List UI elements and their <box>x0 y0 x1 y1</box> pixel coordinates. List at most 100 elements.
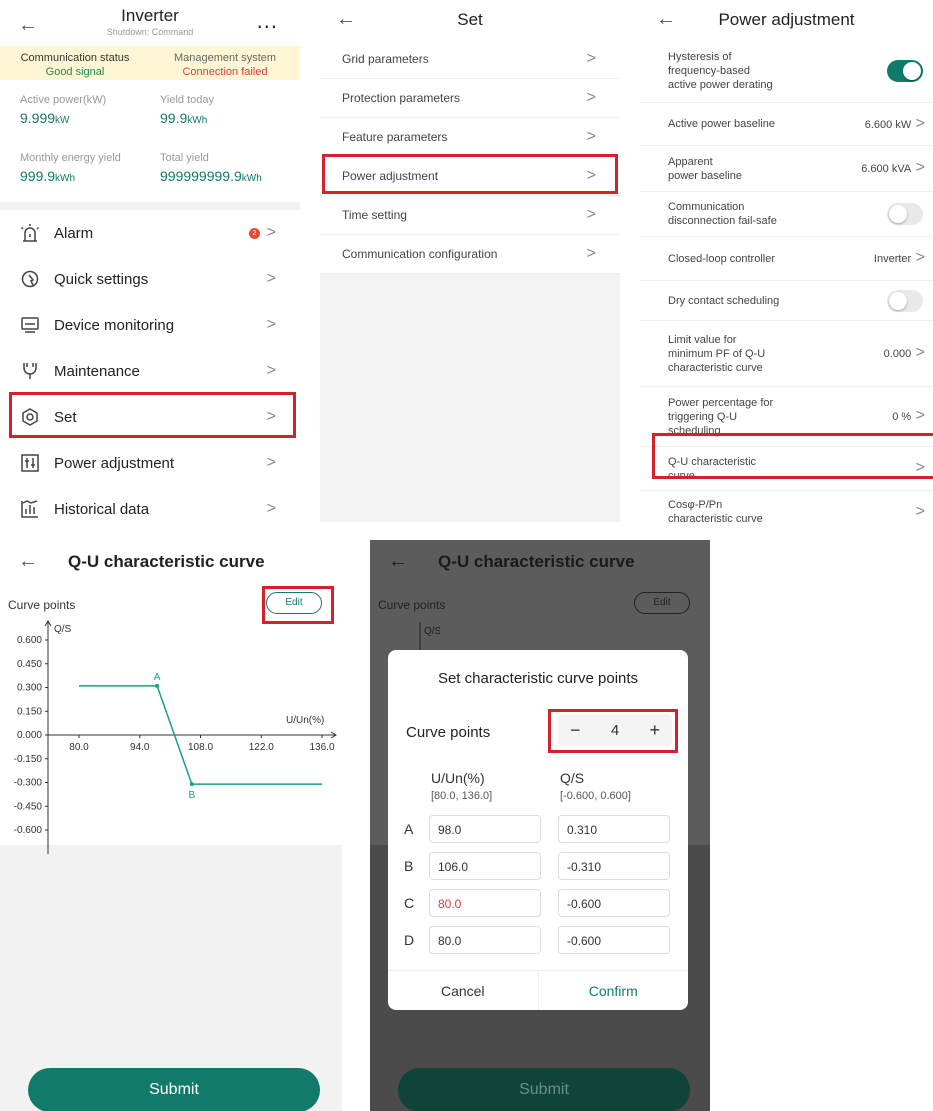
alarm-icon <box>20 224 40 242</box>
q-s-input[interactable]: -0.310 <box>558 852 670 880</box>
toggle-switch[interactable] <box>887 203 923 225</box>
menu-item-quick-settings[interactable]: Quick settings > <box>0 256 300 302</box>
setting-value: Inverter > <box>874 249 925 266</box>
status-bar: Communication status Good signal Managem… <box>0 46 300 80</box>
q-s-input[interactable]: 0.310 <box>558 815 670 843</box>
management-status: Management system Connection failed <box>150 46 300 80</box>
chevron-right-icon: > <box>586 206 596 223</box>
chevron-right-icon: > <box>915 459 925 476</box>
setting-label: Communication disconnection fail-safe <box>668 200 777 228</box>
power-setting-row[interactable]: Dry contact scheduling <box>640 281 933 321</box>
menu-item-device-monitoring[interactable]: Device monitoring > <box>0 302 300 348</box>
edit-button[interactable]: Edit <box>634 592 690 614</box>
back-arrow-icon[interactable]: ← <box>388 550 408 573</box>
set-item-communication-configuration[interactable]: Communication configuration > <box>320 235 620 274</box>
main-menu: Alarm 2 > Quick settings > Device monito… <box>0 210 300 522</box>
page-title: Power adjustment <box>718 10 855 29</box>
menu-item-power-adjustment[interactable]: Power adjustment > <box>0 440 300 486</box>
kpi-total-yield: Total yield 999999999.9kWh <box>160 138 300 196</box>
curve-points-stepper[interactable]: − 4 + <box>558 714 672 746</box>
chevron-right-icon: > <box>586 245 596 262</box>
inverter-header: ← Inverter Shutdown: Command ... <box>0 0 300 46</box>
curve-point-b <box>189 782 194 787</box>
setting-value: 0 % > <box>892 408 925 424</box>
confirm-button[interactable]: Confirm <box>539 971 689 1010</box>
kpi-active-power: Active power(kW) 9.999kW <box>20 80 160 138</box>
setting-label: Dry contact scheduling <box>668 294 779 308</box>
q-s-input[interactable]: -0.600 <box>558 926 670 954</box>
historical-data-icon <box>21 500 38 518</box>
col-u-header: U/Un(%) [80.0, 136.0] <box>431 770 492 804</box>
menu-item-label: Alarm <box>54 224 94 242</box>
menu-item-maintenance[interactable]: Maintenance > <box>0 348 300 394</box>
menu-item-historical-data[interactable]: Historical data > <box>0 486 300 522</box>
power-setting-row[interactable]: Limit value for minimum PF of Q-U characte… <box>640 321 933 387</box>
power-setting-row[interactable]: Closed-loop controller Inverter > <box>640 237 933 281</box>
back-arrow-icon[interactable]: ← <box>656 8 676 31</box>
plus-button[interactable]: + <box>649 720 660 741</box>
power-setting-row[interactable]: Cosφ-P/Pn characteristic curve > <box>640 491 933 522</box>
setting-value: 6.600 kW > <box>865 115 925 132</box>
setting-label-line: Active power baseline <box>668 118 776 130</box>
power-setting-row[interactable]: Apparent power baseline 6.600 kVA > <box>640 146 933 192</box>
kpi-value: 999.9 <box>20 168 56 184</box>
setting-label-line: triggering Q-U <box>668 410 738 423</box>
setting-label-line: Cosφ-P/Pn <box>668 499 723 511</box>
q-s-input[interactable]: -0.600 <box>558 889 670 917</box>
more-icon[interactable]: ... <box>257 8 278 34</box>
setting-label-line: frequency-based <box>668 65 750 77</box>
menu-item-alarm[interactable]: Alarm 2 > <box>0 210 300 256</box>
power-setting-row[interactable]: Power percentage for triggering Q-U schedu… <box>640 387 933 447</box>
set-item-grid-parameters[interactable]: Grid parameters > <box>320 40 620 79</box>
u-un-input[interactable]: 106.0 <box>429 852 541 880</box>
toggle-switch[interactable] <box>887 60 923 82</box>
setting-label: Apparent power baseline <box>668 155 742 183</box>
page-subtitle: Shutdown: Command <box>106 27 194 37</box>
u-un-input[interactable]: 98.0 <box>429 815 541 843</box>
cancel-button[interactable]: Cancel <box>388 971 539 1010</box>
set-item-power-adjustment[interactable]: Power adjustment > <box>320 157 620 196</box>
chevron-right-icon: > <box>266 224 276 241</box>
setting-label-line: Power percentage for <box>668 396 774 409</box>
curve-points-label: Curve points <box>378 598 446 612</box>
y-tick-label: 0.450 <box>17 659 42 670</box>
setting-value: > <box>915 459 925 476</box>
quick-settings-icon <box>21 270 39 288</box>
set-item-protection-parameters[interactable]: Protection parameters > <box>320 79 620 118</box>
chevron-right-icon: > <box>911 249 925 266</box>
set-item-feature-parameters[interactable]: Feature parameters > <box>320 118 620 157</box>
minus-button[interactable]: − <box>570 720 581 741</box>
menu-item-label: Set <box>54 408 77 426</box>
point-label: B <box>404 858 414 874</box>
setting-label: Closed-loop controller <box>668 252 775 266</box>
point-label: A <box>404 821 414 837</box>
submit-button[interactable]: Submit <box>398 1068 690 1111</box>
curve-point-label: B <box>188 790 195 801</box>
kpi-yield-today: Yield today 99.9kWh <box>160 80 300 138</box>
toggle-switch[interactable] <box>887 289 923 312</box>
power-setting-row[interactable]: Q-U characteristic curve > <box>640 447 933 491</box>
chevron-right-icon: > <box>266 454 276 471</box>
col-title: U/Un(%) <box>431 770 485 786</box>
menu-item-set[interactable]: Set > <box>0 394 300 440</box>
setting-label-line: Apparent <box>668 155 713 168</box>
setting-label-line: minimum PF of Q-U <box>668 347 766 360</box>
back-arrow-icon[interactable]: ← <box>18 550 38 573</box>
col-q-header: Q/S [-0.600, 0.600] <box>560 770 631 804</box>
u-un-input[interactable]: 80.0 <box>429 889 541 917</box>
u-un-input[interactable]: 80.0 <box>429 926 541 954</box>
alarm-badge: 2 <box>249 227 260 239</box>
point-label: D <box>404 932 415 948</box>
power-setting-row[interactable]: Hysteresis of frequency-based active power… <box>640 40 933 103</box>
inverter-panel: ← Inverter Shutdown: Command ... Communi… <box>0 0 300 522</box>
y-tick-label: -0.150 <box>14 754 43 765</box>
set-item-time-setting[interactable]: Time setting > <box>320 196 620 235</box>
power-setting-row[interactable]: Active power baseline 6.600 kW > <box>640 103 933 146</box>
back-arrow-icon[interactable]: ← <box>18 14 38 37</box>
edit-button[interactable]: Edit <box>266 592 322 614</box>
power-setting-row[interactable]: Communication disconnection fail-safe <box>640 192 933 237</box>
kpi-monthly-yield: Monthly energy yield 999.9kWh <box>20 138 160 196</box>
submit-button[interactable]: Submit <box>28 1068 320 1111</box>
back-arrow-icon[interactable]: ← <box>336 8 356 31</box>
page-title: Q-U characteristic curve <box>438 552 635 571</box>
